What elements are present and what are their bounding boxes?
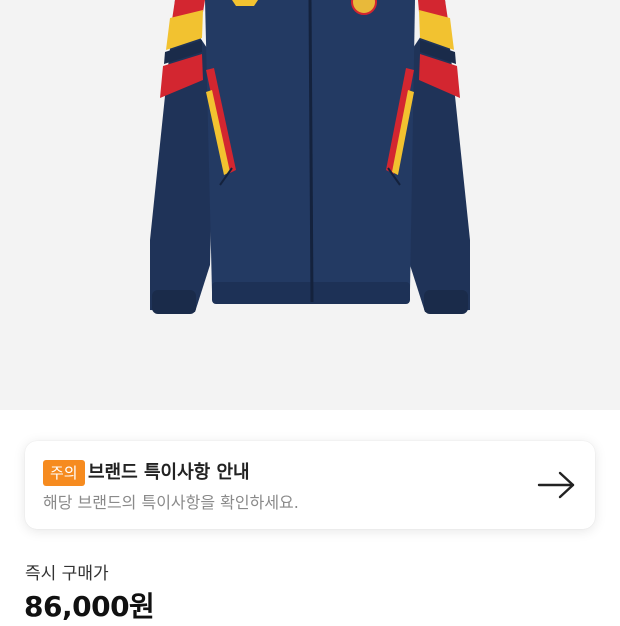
arrow-right-icon[interactable]: [535, 467, 579, 503]
price-label: 즉시 구매가: [25, 564, 109, 584]
jacket-illustration: [150, 0, 470, 314]
notice-title: 브랜드 특이사항 안내: [88, 462, 250, 483]
product-image[interactable]: [0, 0, 620, 410]
caution-badge: 주의: [43, 460, 85, 486]
brand-notice-card[interactable]: 주의 브랜드 특이사항 안내 해당 브랜드의 특이사항을 확인하세요.: [25, 441, 595, 529]
notice-description: 해당 브랜드의 특이사항을 확인하세요.: [43, 493, 299, 512]
price-value: 86,000원: [24, 590, 155, 623]
